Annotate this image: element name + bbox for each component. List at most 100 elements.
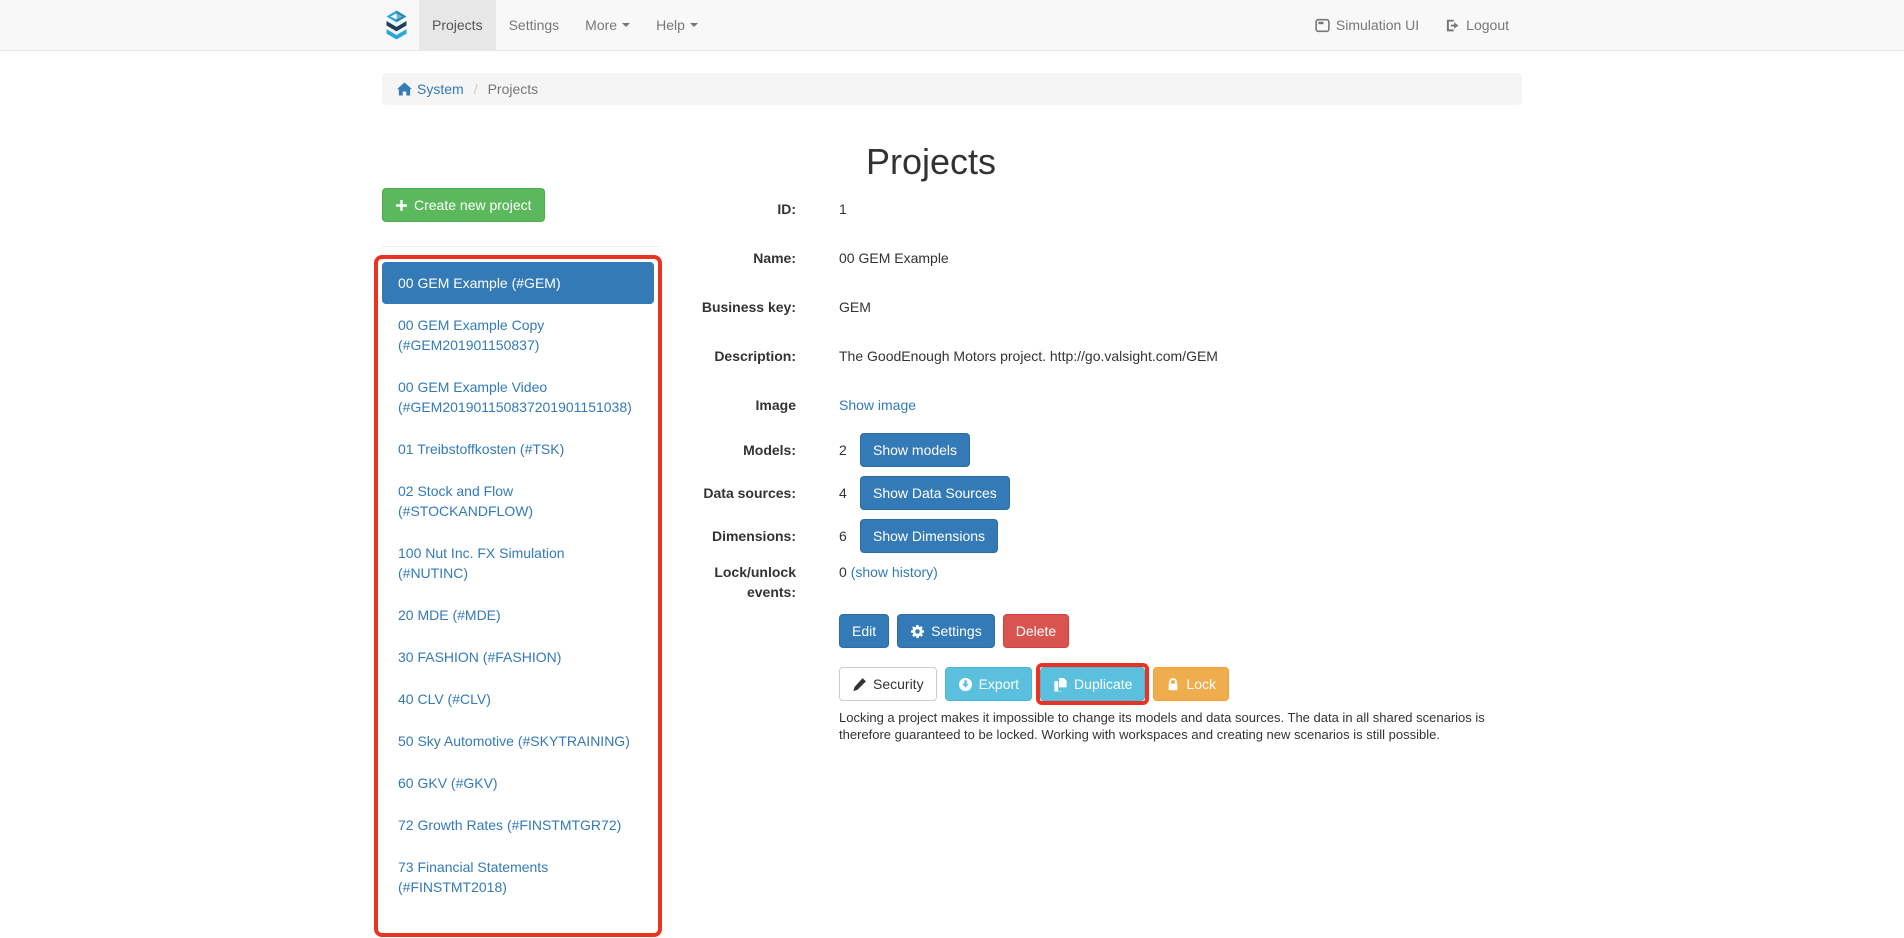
show-models-label: Show models xyxy=(873,440,957,460)
nav-item-logout[interactable]: Logout xyxy=(1432,0,1522,50)
show-history-link[interactable]: (show history) xyxy=(851,564,938,580)
delete-label: Delete xyxy=(1016,621,1056,641)
lock-events-count: 0 xyxy=(839,564,847,580)
nav-item-help[interactable]: Help xyxy=(643,0,711,50)
project-list-item-label: 00 GEM Example Copy (#GEM201901150837) xyxy=(398,317,544,353)
export-label: Export xyxy=(979,674,1019,694)
project-list-item-label: 50 Sky Automotive (#SKYTRAINING) xyxy=(398,733,630,749)
project-list-item[interactable]: 73 Financial Statements (#FINSTMT2018) xyxy=(382,846,654,908)
project-list-item[interactable]: 72 Growth Rates (#FINSTMTGR72) xyxy=(382,804,654,846)
field-image: Image Show image xyxy=(666,395,1522,415)
field-description: Description: The GoodEnough Motors proje… xyxy=(666,346,1522,366)
field-name-value: 00 GEM Example xyxy=(839,248,949,268)
field-lock-events: Lock/unlock events: 0 (show history) xyxy=(666,562,1522,602)
project-list-item-label: 72 Growth Rates (#FINSTMTGR72) xyxy=(398,817,621,833)
project-list-item-label: 40 CLV (#CLV) xyxy=(398,691,491,707)
project-list-item-label: 00 GEM Example Video (#GEM20190115083720… xyxy=(398,379,632,415)
project-list-item[interactable]: 30 FASHION (#FASHION) xyxy=(382,636,654,678)
field-dimensions: Dimensions: 6 Show Dimensions xyxy=(666,519,1522,553)
project-list-item[interactable]: 01 Treibstoffkosten (#TSK) xyxy=(382,428,654,470)
show-dimensions-button[interactable]: Show Dimensions xyxy=(860,519,998,553)
secondary-action-row: Security Export xyxy=(839,667,1522,701)
breadcrumb-system-link[interactable]: System xyxy=(397,81,464,97)
create-new-project-button[interactable]: Create new project xyxy=(382,188,545,222)
brand-logo[interactable] xyxy=(382,0,419,50)
field-id: ID: 1 xyxy=(666,199,1522,219)
project-list: 00 GEM Example (#GEM) 00 GEM Example Cop… xyxy=(382,262,654,914)
project-list-item-label: 00 GEM Example (#GEM) xyxy=(398,275,561,291)
field-business-key-label: Business key: xyxy=(666,297,796,317)
security-button[interactable]: Security xyxy=(839,667,937,701)
breadcrumb-current: Projects xyxy=(488,81,539,97)
dimensions-count: 6 xyxy=(839,526,851,546)
project-list-item[interactable]: 20 MDE (#MDE) xyxy=(382,594,654,636)
field-data-sources: Data sources: 4 Show Data Sources xyxy=(666,476,1522,510)
show-dimensions-label: Show Dimensions xyxy=(873,526,985,546)
delete-button[interactable]: Delete xyxy=(1003,614,1069,648)
project-list-item[interactable]: 00 GEM Example Video (#GEM20190115083720… xyxy=(382,366,654,428)
navbar: Projects Settings More Help xyxy=(0,0,1904,51)
project-list-item[interactable]: 00 GEM Example (#GEM) xyxy=(382,262,654,304)
project-list-item-label: 20 MDE (#MDE) xyxy=(398,607,501,623)
field-description-value: The GoodEnough Motors project. http://go… xyxy=(839,346,1218,366)
nav-item-more[interactable]: More xyxy=(572,0,643,50)
field-id-value: 1 xyxy=(839,199,847,219)
show-image-link[interactable]: Show image xyxy=(839,397,916,413)
lock-label: Lock xyxy=(1186,674,1216,694)
project-detail-panel: Projects ID: 1 Name: 00 GEM Example Busi… xyxy=(666,125,1522,743)
download-circle-icon xyxy=(958,677,979,692)
show-models-button[interactable]: Show models xyxy=(860,433,970,467)
gear-icon xyxy=(910,624,931,639)
models-count: 2 xyxy=(839,440,851,460)
nav-item-simulation-ui[interactable]: Simulation UI xyxy=(1302,0,1432,50)
project-list-item-label: 01 Treibstoffkosten (#TSK) xyxy=(398,441,564,457)
field-description-label: Description: xyxy=(666,346,796,366)
lock-icon xyxy=(1166,677,1186,692)
breadcrumb-separator: / xyxy=(474,81,478,97)
chevron-down-icon xyxy=(622,23,630,27)
field-business-key-value: GEM xyxy=(839,297,871,317)
nav-item-projects[interactable]: Projects xyxy=(419,0,496,50)
plus-icon xyxy=(395,199,414,212)
field-id-label: ID: xyxy=(666,199,796,219)
security-label: Security xyxy=(873,674,924,694)
primary-action-row: Edit Settings Delete xyxy=(839,614,1522,648)
duplicate-label: Duplicate xyxy=(1074,674,1132,694)
breadcrumb-system-label: System xyxy=(417,81,464,97)
settings-label: Settings xyxy=(931,621,982,641)
nav-item-help-label: Help xyxy=(656,17,685,33)
project-list-item-label: 02 Stock and Flow (#STOCKANDFLOW) xyxy=(398,483,533,519)
field-data-sources-label: Data sources: xyxy=(666,483,796,503)
show-data-sources-button[interactable]: Show Data Sources xyxy=(860,476,1010,510)
project-sidebar: Create new project 00 GEM Example (#GEM)… xyxy=(382,125,660,914)
field-dimensions-label: Dimensions: xyxy=(666,526,796,546)
settings-button[interactable]: Settings xyxy=(897,614,995,648)
annotation-duplicate-button: Duplicate xyxy=(1036,663,1149,705)
project-list-item-label: 73 Financial Statements (#FINSTMT2018) xyxy=(398,859,548,895)
lock-button[interactable]: Lock xyxy=(1153,667,1229,701)
simulation-ui-label: Simulation UI xyxy=(1336,17,1419,33)
valsight-layers-icon xyxy=(382,9,411,42)
window-icon xyxy=(1315,18,1336,33)
breadcrumb: System / Projects xyxy=(382,73,1522,105)
field-name: Name: 00 GEM Example xyxy=(666,248,1522,268)
project-list-item[interactable]: 50 Sky Automotive (#SKYTRAINING) xyxy=(382,720,654,762)
nav-item-more-label: More xyxy=(585,17,617,33)
duplicate-button[interactable]: Duplicate xyxy=(1040,667,1145,701)
project-list-item[interactable]: 60 GKV (#GKV) xyxy=(382,762,654,804)
home-icon xyxy=(397,82,417,96)
project-list-item-label: 100 Nut Inc. FX Simulation (#NUTINC) xyxy=(398,545,565,581)
field-models: Models: 2 Show models xyxy=(666,433,1522,467)
project-list-item[interactable]: 00 GEM Example Copy (#GEM201901150837) xyxy=(382,304,654,366)
nav-item-settings[interactable]: Settings xyxy=(496,0,573,50)
project-list-item-label: 60 GKV (#GKV) xyxy=(398,775,498,791)
nav-right: Simulation UI Logout xyxy=(1302,0,1522,50)
project-list-item[interactable]: 100 Nut Inc. FX Simulation (#NUTINC) xyxy=(382,532,654,594)
duplicate-icon xyxy=(1053,677,1074,692)
lock-help-text: Locking a project makes it impossible to… xyxy=(839,709,1522,743)
project-list-item[interactable]: 40 CLV (#CLV) xyxy=(382,678,654,720)
edit-button[interactable]: Edit xyxy=(839,614,889,648)
project-list-item[interactable]: 02 Stock and Flow (#STOCKANDFLOW) xyxy=(382,470,654,532)
export-button[interactable]: Export xyxy=(945,667,1032,701)
nav-item-settings-label: Settings xyxy=(509,17,560,33)
